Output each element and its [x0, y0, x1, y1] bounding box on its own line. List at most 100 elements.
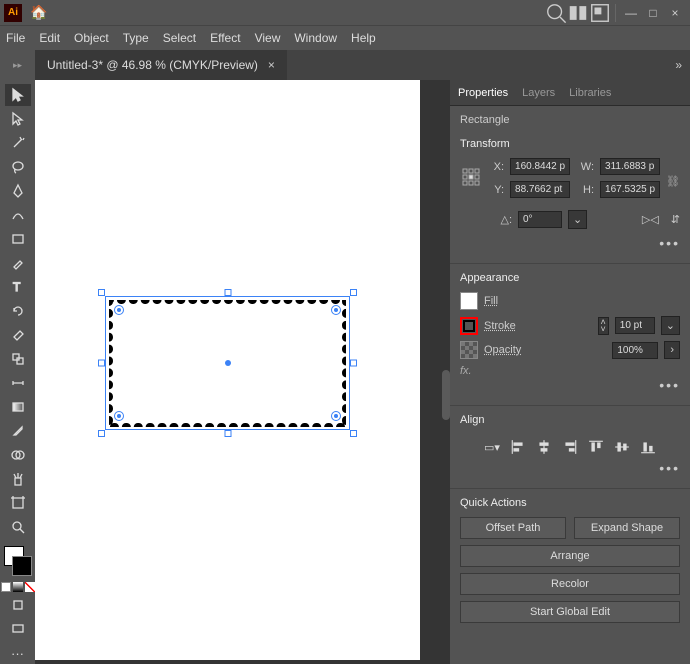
align-top-icon[interactable] — [588, 440, 604, 454]
panel-expand-icon[interactable]: » — [667, 50, 690, 80]
angle-input[interactable]: 0° — [518, 211, 562, 228]
stroke-weight-stepper-icon[interactable]: ˄˅ — [598, 317, 609, 335]
opacity-swatch-icon[interactable] — [460, 341, 478, 359]
align-bottom-icon[interactable] — [640, 440, 656, 454]
rotate-tool[interactable] — [5, 300, 31, 322]
recolor-button[interactable]: Recolor — [460, 573, 680, 595]
w-input[interactable] — [600, 158, 660, 175]
handle-icon[interactable] — [350, 289, 357, 296]
scrollbar-thumb[interactable] — [442, 370, 450, 420]
symbol-sprayer-tool[interactable] — [5, 468, 31, 490]
arrange-button[interactable]: Arrange — [460, 545, 680, 567]
lasso-tool[interactable] — [5, 156, 31, 178]
menu-view[interactable]: View — [255, 31, 281, 45]
zoom-tool[interactable] — [5, 516, 31, 538]
menu-type[interactable]: Type — [123, 31, 149, 45]
width-tool[interactable] — [5, 372, 31, 394]
align-hcenter-icon[interactable] — [536, 440, 552, 454]
angle-dropdown-icon[interactable]: ⌄ — [568, 210, 587, 229]
handle-icon[interactable] — [350, 360, 357, 367]
fill-stroke-swatch[interactable] — [4, 546, 32, 576]
opacity-input[interactable] — [612, 342, 658, 359]
curvature-tool[interactable] — [5, 204, 31, 226]
h-input[interactable] — [600, 181, 660, 198]
scale-tool[interactable] — [5, 348, 31, 370]
menu-edit[interactable]: Edit — [39, 31, 60, 45]
stroke-swatch[interactable] — [12, 556, 32, 576]
close-button[interactable]: × — [664, 4, 686, 22]
align-left-icon[interactable] — [510, 440, 526, 454]
draw-mode-icon[interactable] — [5, 594, 31, 616]
tab-layers[interactable]: Layers — [522, 87, 555, 99]
fx-button[interactable]: fx. — [460, 365, 680, 377]
minimize-button[interactable]: — — [620, 4, 642, 22]
home-icon[interactable]: 🏠 — [30, 4, 47, 21]
canvas-area[interactable] — [35, 80, 450, 664]
menu-help[interactable]: Help — [351, 31, 376, 45]
handle-icon[interactable] — [350, 430, 357, 437]
stroke-weight-input[interactable] — [615, 317, 655, 334]
svg-text:T: T — [13, 280, 21, 294]
edit-toolbar-icon[interactable]: ··· — [5, 642, 31, 664]
flip-horizontal-icon[interactable]: ▷◁ — [642, 213, 659, 226]
align-to-dropdown[interactable]: ▭▾ — [484, 440, 500, 454]
offset-path-button[interactable]: Offset Path — [460, 517, 566, 539]
fill-color-swatch[interactable] — [460, 292, 478, 310]
handle-icon[interactable] — [224, 289, 231, 296]
handle-icon[interactable] — [98, 289, 105, 296]
more-options-icon[interactable]: ••• — [460, 460, 680, 480]
selected-rectangle[interactable] — [105, 296, 350, 430]
flip-vertical-icon[interactable]: ⇵ — [671, 213, 680, 226]
color-mode-none[interactable] — [25, 582, 35, 592]
expand-shape-button[interactable]: Expand Shape — [574, 517, 680, 539]
handle-icon[interactable] — [224, 430, 231, 437]
search-icon[interactable] — [545, 4, 567, 22]
screen-mode-icon[interactable] — [5, 618, 31, 640]
direct-selection-tool[interactable] — [5, 108, 31, 130]
shape-builder-tool[interactable] — [5, 444, 31, 466]
gradient-tool[interactable] — [5, 396, 31, 418]
arrange-docs-icon[interactable] — [567, 4, 589, 22]
pen-tool[interactable] — [5, 180, 31, 202]
more-options-icon[interactable]: ••• — [460, 235, 680, 255]
eraser-tool[interactable] — [5, 324, 31, 346]
x-input[interactable] — [510, 158, 570, 175]
align-right-icon[interactable] — [562, 440, 578, 454]
artboard[interactable] — [35, 80, 420, 660]
more-options-icon[interactable]: ••• — [460, 377, 680, 397]
handle-icon[interactable] — [98, 360, 105, 367]
eyedropper-tool[interactable] — [5, 420, 31, 442]
magic-wand-tool[interactable] — [5, 132, 31, 154]
quick-actions-heading: Quick Actions — [460, 497, 680, 509]
toolbar-collapse-icon[interactable]: ▸▸ — [0, 50, 35, 80]
menu-effect[interactable]: Effect — [210, 31, 240, 45]
artboard-tool[interactable] — [5, 492, 31, 514]
menu-select[interactable]: Select — [163, 31, 196, 45]
start-global-edit-button[interactable]: Start Global Edit — [460, 601, 680, 623]
panel-tabs: Properties Layers Libraries — [450, 80, 690, 106]
color-mode-solid[interactable] — [1, 582, 11, 592]
opacity-expand-icon[interactable]: › — [664, 341, 680, 359]
align-vcenter-icon[interactable] — [614, 440, 630, 454]
paintbrush-tool[interactable] — [5, 252, 31, 274]
stroke-weight-dropdown-icon[interactable]: ⌄ — [661, 316, 680, 335]
tab-close-icon[interactable]: × — [268, 58, 275, 72]
color-mode-gradient[interactable] — [13, 582, 23, 592]
menu-object[interactable]: Object — [74, 31, 109, 45]
document-tab[interactable]: Untitled-3* @ 46.98 % (CMYK/Preview) × — [35, 50, 287, 80]
menu-window[interactable]: Window — [294, 31, 337, 45]
menu-file[interactable]: File — [6, 31, 25, 45]
title-bar: Ai 🏠 — □ × — [0, 0, 690, 25]
tab-properties[interactable]: Properties — [458, 87, 508, 99]
selection-tool[interactable] — [5, 84, 31, 106]
maximize-button[interactable]: □ — [642, 4, 664, 22]
reference-point-icon[interactable] — [460, 166, 480, 196]
rectangle-tool[interactable] — [5, 228, 31, 250]
handle-icon[interactable] — [98, 430, 105, 437]
stroke-color-swatch[interactable] — [460, 317, 478, 335]
tab-libraries[interactable]: Libraries — [569, 87, 611, 99]
y-input[interactable] — [510, 181, 570, 198]
workspace-icon[interactable] — [589, 4, 611, 22]
link-wh-icon[interactable]: ⛓ — [666, 175, 680, 188]
type-tool[interactable]: T — [5, 276, 31, 298]
